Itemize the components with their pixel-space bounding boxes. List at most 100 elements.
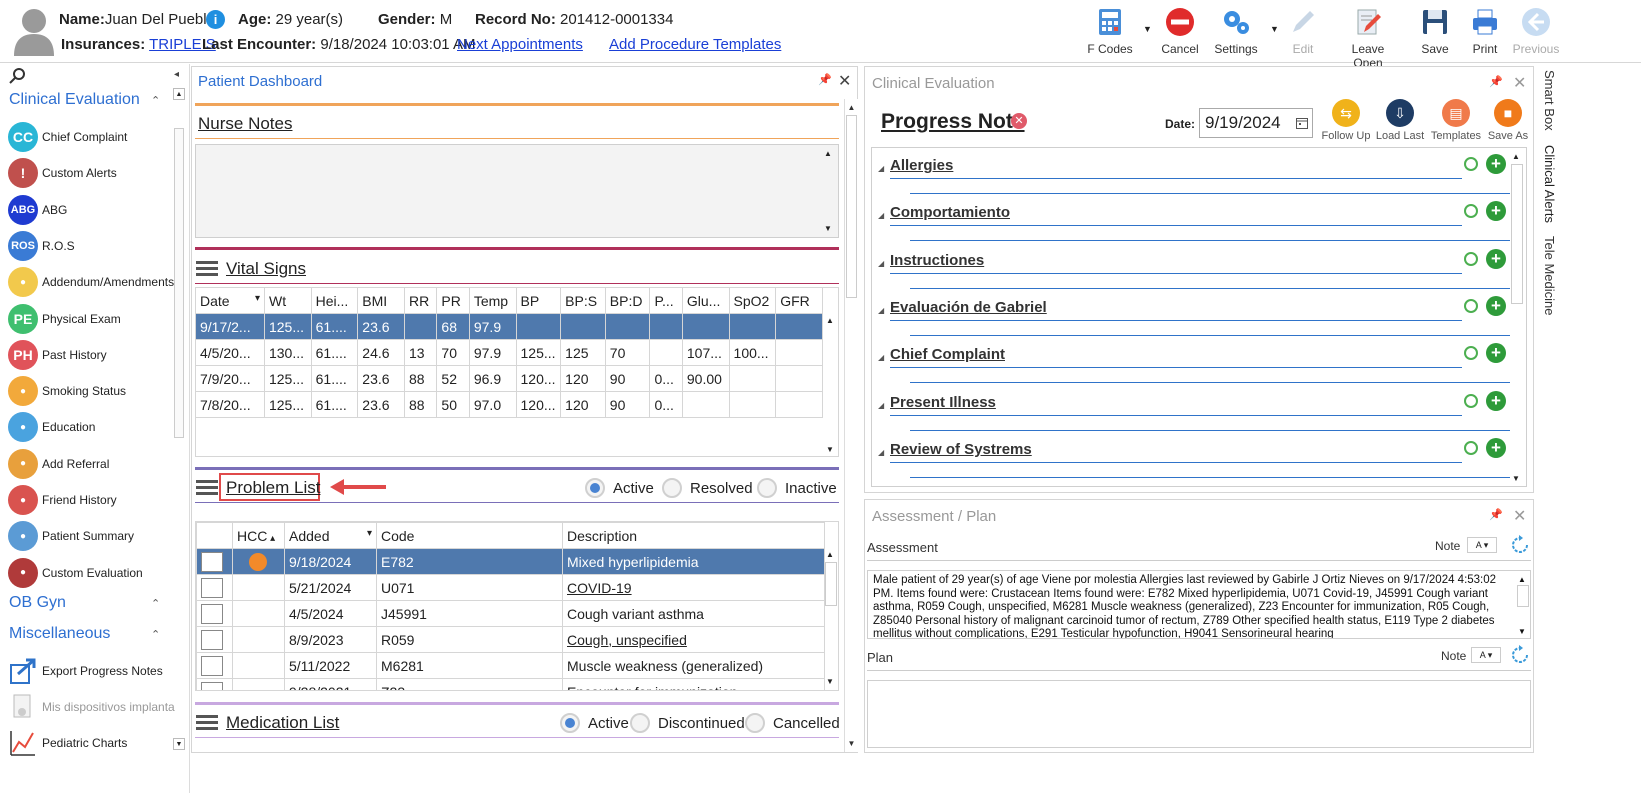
clinical-item-chief-complaint[interactable]: ◢ Chief Complaint + xyxy=(878,341,1510,388)
vitals-column-header[interactable]: Temp xyxy=(468,287,517,314)
refresh-icon[interactable] xyxy=(1509,644,1531,666)
tele-medicine-tab[interactable]: Tele Medicine xyxy=(1542,236,1557,316)
nav-item-past-history[interactable]: PH Past History xyxy=(8,338,178,372)
clinical-item-label[interactable]: Instructiones xyxy=(890,252,984,269)
dashboard-scroll-up[interactable]: ▲ xyxy=(845,101,858,114)
clinical-item-label[interactable]: Allergies xyxy=(890,157,953,174)
row-checkbox[interactable] xyxy=(201,681,223,690)
add-icon[interactable]: + xyxy=(1486,343,1506,364)
medication-filter-cancelled[interactable]: Cancelled xyxy=(745,713,840,733)
problems-column-header[interactable]: Description xyxy=(562,522,825,549)
nav-item-physical-exam[interactable]: PE Physical Exam xyxy=(8,302,178,336)
vitals-column-header[interactable]: BP:D xyxy=(604,287,651,314)
dashboard-scrollbar[interactable]: ▲ ▼ xyxy=(844,99,858,752)
nav-item-patient-summary[interactable]: ● Patient Summary xyxy=(8,519,178,553)
problem-row[interactable]: 9/28/2021Z23Encounter for immunization xyxy=(196,678,825,690)
clinical-scroll-up[interactable]: ▲ xyxy=(1512,152,1520,161)
clinical-item-review-of-systrems[interactable]: ◢ Review of Systrems + xyxy=(878,436,1510,483)
clinical-item-label[interactable]: Comportamiento xyxy=(890,204,1010,221)
add-icon[interactable]: + xyxy=(1486,437,1506,458)
problem-row[interactable]: 9/18/2024 E782 Mixed hyperlipidemia xyxy=(196,548,825,575)
expand-icon[interactable]: ◢ xyxy=(878,259,884,268)
remove-note-icon[interactable]: ✕ xyxy=(1011,113,1027,129)
fcodes-button[interactable]: F Codes xyxy=(1080,4,1140,60)
cancel-button[interactable]: Cancel xyxy=(1150,4,1210,60)
row-checkbox-cell[interactable] xyxy=(196,548,233,575)
alarm-clock-icon[interactable] xyxy=(1464,204,1478,219)
nav-item-export-progress-notes[interactable]: Export Progress Notes xyxy=(8,654,178,688)
nav-item-smoking-status[interactable]: ● Smoking Status xyxy=(8,374,178,408)
add-icon[interactable]: + xyxy=(1486,154,1506,174)
row-checkbox[interactable] xyxy=(201,577,223,598)
add-icon[interactable]: + xyxy=(1486,295,1506,316)
alarm-clock-icon[interactable] xyxy=(1464,440,1478,455)
sort-ascending-icon[interactable]: ▴ xyxy=(267,533,275,544)
problems-scroll-thumb[interactable] xyxy=(825,562,837,606)
add-icon[interactable]: + xyxy=(1486,390,1506,411)
nav-section-clinical-evaluation[interactable]: Clinical Evaluation ⌃ xyxy=(9,91,160,109)
previous-button[interactable]: Previous xyxy=(1506,4,1566,60)
vitals-column-header[interactable]: BP xyxy=(515,287,562,314)
nav-item-add-referral[interactable]: ● Add Referral xyxy=(8,447,178,481)
add-procedure-templates-link[interactable]: Add Procedure Templates xyxy=(609,36,781,53)
clinical-item-label[interactable]: Chief Complaint xyxy=(890,346,1005,363)
medication-list-title[interactable]: Medication List xyxy=(226,713,339,733)
date-input[interactable]: 9/19/2024 xyxy=(1199,108,1313,138)
assessment-scroll-thumb[interactable] xyxy=(1517,585,1529,607)
row-checkbox[interactable] xyxy=(201,603,223,624)
assessment-note-dropdown[interactable]: A ▾ xyxy=(1467,537,1497,553)
nav-item-addendum-amendments[interactable]: ● Addendum/Amendments xyxy=(8,265,178,299)
nav-section-obgyn[interactable]: OB Gyn ⌃ xyxy=(9,594,160,612)
row-checkbox[interactable] xyxy=(201,551,223,572)
calendar-icon[interactable] xyxy=(1296,117,1308,129)
pin-icon[interactable]: 📌 xyxy=(1489,75,1503,88)
assessment-textarea[interactable]: Male patient of 29 year(s) of age Viene … xyxy=(867,570,1531,639)
nav-section-miscellaneous[interactable]: Miscellaneous ⌃ xyxy=(9,625,160,643)
vital-signs-menu-icon[interactable] xyxy=(196,261,218,277)
vitals-column-header[interactable]: Date ▾ xyxy=(195,287,265,314)
clinical-item-present-illness[interactable]: ◢ Present Illness + xyxy=(878,389,1510,436)
alarm-clock-icon[interactable] xyxy=(1464,298,1478,313)
medication-filter-active[interactable]: Active xyxy=(560,713,629,733)
sort-dropdown-icon[interactable]: ▾ xyxy=(367,528,372,539)
expand-icon[interactable]: ◢ xyxy=(878,401,884,410)
search-icon[interactable] xyxy=(8,67,26,85)
vitals-column-header[interactable]: GFR xyxy=(775,287,823,314)
problems-scroll-up[interactable]: ▲ xyxy=(826,550,834,559)
assessment-scroll-down[interactable]: ▼ xyxy=(1518,625,1526,638)
problem-row[interactable]: 5/11/2022 M6281 Muscle weakness (generaliz… xyxy=(196,652,825,679)
vitals-column-header[interactable]: PR xyxy=(436,287,470,314)
row-checkbox-cell[interactable] xyxy=(196,600,233,627)
plan-textarea[interactable] xyxy=(867,680,1531,748)
load-last-button[interactable]: ⇩ Load Last xyxy=(1373,99,1427,142)
row-checkbox[interactable] xyxy=(201,655,223,676)
sort-dropdown-icon[interactable]: ▾ xyxy=(255,293,260,304)
nav-item-mis-dispositivos[interactable]: Mis dispositivos implanta xyxy=(8,690,178,724)
vitals-column-header[interactable]: Wt xyxy=(263,287,312,314)
expand-icon[interactable]: ◢ xyxy=(878,306,884,315)
leave-open-button[interactable]: Leave Open xyxy=(1338,4,1398,70)
nav-item-education[interactable]: ● Education xyxy=(8,410,178,444)
clinical-scroll-thumb[interactable] xyxy=(1511,164,1523,304)
vitals-row[interactable]: 9/17/2... 125... 61.... 23.6 68 97.9 xyxy=(195,313,823,340)
clinical-item-label[interactable]: Review of Systrems xyxy=(890,441,1032,458)
description-cell[interactable]: Cough, unspecified xyxy=(562,626,825,653)
clinical-item-label[interactable]: Present Illness xyxy=(890,394,996,411)
alarm-clock-icon[interactable] xyxy=(1464,346,1478,361)
nav-item-custom-evaluation[interactable]: ● Custom Evaluation xyxy=(8,556,178,590)
row-checkbox-cell[interactable] xyxy=(196,652,233,679)
row-checkbox-cell[interactable] xyxy=(196,574,233,601)
settings-button[interactable]: Settings xyxy=(1206,4,1266,60)
problem-filter-resolved[interactable]: Resolved xyxy=(662,478,753,498)
close-icon[interactable]: ✕ xyxy=(1513,506,1526,526)
expand-icon[interactable]: ◢ xyxy=(878,353,884,362)
vitals-scroll-down[interactable]: ▼ xyxy=(826,445,834,454)
vitals-row[interactable]: 7/8/20... 125... 61.... 23.6 88 50 97.0 120... 1… xyxy=(195,391,823,418)
next-appointments-link[interactable]: Next Appointments xyxy=(457,36,583,53)
clinical-item-allergies[interactable]: ◢ Allergies + xyxy=(878,152,1510,199)
problems-column-header[interactable]: HCC ▴ xyxy=(232,522,285,549)
vitals-column-header[interactable]: Hei... xyxy=(310,287,359,314)
problem-list-title[interactable]: Problem List xyxy=(226,478,320,498)
vitals-row[interactable]: 4/5/20... 130... 61.... 24.6 13 70 97.9 125... 1… xyxy=(195,339,823,366)
dashboard-scroll-down[interactable]: ▼ xyxy=(845,737,858,750)
